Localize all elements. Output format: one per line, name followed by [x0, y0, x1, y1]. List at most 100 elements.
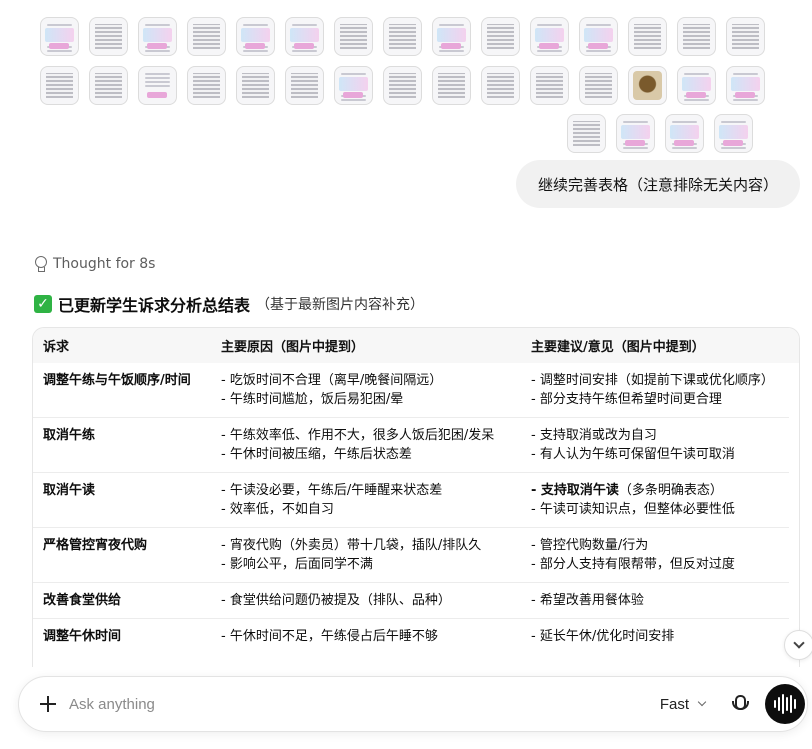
attachment-thumbnail[interactable]: [138, 66, 177, 105]
reasons-cell: - 午读没必要，午练后/午睡醒来状态差 - 效率低，不如自习: [211, 481, 521, 519]
reason-line: - 午休时间不足，午练侵占后午睡不够: [221, 629, 438, 644]
reason-line: - 午读没必要，午练后/午睡醒来状态差: [221, 483, 443, 498]
reason-line: - 午练时间尴尬，饭后易犯困/晕: [221, 392, 404, 407]
attachment-thumbnail[interactable]: [40, 66, 79, 105]
suggestions-cell: - 调整时间安排（如提前下课或优化顺序） - 部分支持午练但希望时间更合理: [521, 371, 789, 409]
attachment-thumbnail[interactable]: [236, 66, 275, 105]
column-header-suggestions: 主要建议/意见（图片中提到）: [531, 340, 705, 355]
table-header-row: 诉求 主要原因（图片中提到） 主要建议/意见（图片中提到）: [33, 328, 799, 363]
attachment-thumbnail[interactable]: [726, 17, 765, 56]
waveform-bar: [778, 697, 780, 711]
attachment-thumbnail[interactable]: [714, 114, 753, 153]
table-row: 改善食堂供给 - 食堂供给问题仍被提及（排队、品种） - 希望改善用餐体验: [33, 583, 789, 619]
thumbnail-row: [40, 17, 765, 56]
message-composer: Ask anything Fast: [18, 676, 808, 732]
heading-note: （基于最新图片内容补充）: [256, 297, 425, 313]
reasons-cell: - 宵夜代购（外卖员）带十几袋，插队/排队久 - 影响公平，后面同学不满: [211, 536, 521, 574]
reasons-cell: - 吃饭时间不合理（离早/晚餐间隔远） - 午练时间尴尬，饭后易犯困/晕: [211, 371, 521, 409]
waveform-bar: [782, 694, 784, 714]
attachment-thumbnail[interactable]: [383, 17, 422, 56]
attachment-thumbnail[interactable]: [236, 17, 275, 56]
voice-mode-button[interactable]: [765, 684, 805, 724]
waveform-bar: [786, 697, 788, 711]
suggestion-line: - 部分支持午练但希望时间更合理: [531, 392, 722, 407]
attachment-thumbnail[interactable]: [628, 17, 667, 56]
reason-line: - 食堂供给问题仍被提及（排队、品种）: [221, 593, 451, 608]
lightbulb-icon: [34, 256, 47, 272]
attachment-thumbnail[interactable]: [89, 17, 128, 56]
scroll-to-bottom-button[interactable]: [784, 630, 812, 660]
mode-label: Fast: [659, 695, 689, 713]
microphone-icon[interactable]: [727, 692, 751, 716]
suggestions-cell: - 管控代购数量/行为 - 部分人支持有限帮带，但反对过度: [521, 536, 789, 574]
table-row: 调整午练与午饭顺序/时间 - 吃饭时间不合理（离早/晚餐间隔远） - 午练时间尴尬，…: [33, 363, 789, 418]
demand-cell: 取消午练: [43, 428, 96, 443]
suggestion-note: （多条明确表态）: [618, 483, 723, 498]
suggestion-line: - 午读可读知识点，但整体必要性低: [531, 502, 735, 517]
suggestion-line: - 管控代购数量/行为: [531, 538, 649, 553]
thumbnail-row: [40, 66, 765, 105]
attachment-thumbnail[interactable]: [579, 17, 618, 56]
suggestions-cell: - 支持取消午读（多条明确表态） - 午读可读知识点，但整体必要性低: [521, 481, 789, 519]
thumbnail-row: [567, 114, 753, 153]
table-row: 取消午读 - 午读没必要，午练后/午睡醒来状态差 - 效率低，不如自习 - 支持取消午…: [33, 473, 789, 528]
attachment-thumbnail[interactable]: [677, 17, 716, 56]
attachment-thumbnail[interactable]: [481, 17, 520, 56]
chevron-down-icon: [697, 697, 707, 707]
attachment-thumbnail[interactable]: [567, 114, 606, 153]
attachment-thumbnail[interactable]: [628, 66, 667, 105]
suggestion-line: - 部分人支持有限帮带，但反对过度: [531, 557, 735, 572]
suggestion-line: - 希望改善用餐体验: [531, 593, 644, 608]
attachment-thumbnail[interactable]: [726, 66, 765, 105]
table-row: 调整午休时间 - 午休时间不足，午练侵占后午睡不够 - 延长午休/优化时间安排: [33, 619, 789, 654]
attachment-thumbnail[interactable]: [481, 66, 520, 105]
attachment-thumbnail[interactable]: [334, 17, 373, 56]
suggestions-cell: - 希望改善用餐体验: [521, 591, 789, 610]
waveform-bar: [774, 700, 776, 708]
reasons-cell: - 午练效率低、作用不大，很多人饭后犯困/发呆 - 午休时间被压缩，午练后状态差: [211, 426, 521, 464]
waveform-bar: [794, 699, 796, 709]
attachment-thumbnail[interactable]: [383, 66, 422, 105]
attachment-thumbnail[interactable]: [334, 66, 373, 105]
attachment-thumbnail[interactable]: [432, 66, 471, 105]
reasons-cell: - 午休时间不足，午练侵占后午睡不够: [211, 627, 521, 646]
table-row: 取消午练 - 午练效率低、作用不大，很多人饭后犯困/发呆 - 午休时间被压缩，午练后…: [33, 418, 789, 473]
thought-label: Thought for 8s: [53, 256, 156, 272]
reason-line: - 效率低，不如自习: [221, 502, 334, 517]
demand-analysis-table: 诉求 主要原因（图片中提到） 主要建议/意见（图片中提到） 调整午练与午饭顺序/…: [32, 327, 800, 667]
column-header-reasons: 主要原因（图片中提到）: [221, 340, 365, 355]
attachment-thumbnail[interactable]: [665, 114, 704, 153]
attachment-thumbnail[interactable]: [89, 66, 128, 105]
attachment-thumbnail[interactable]: [677, 66, 716, 105]
suggestion-line: - 有人认为午练可保留但午读可取消: [531, 447, 735, 462]
reasons-cell: - 食堂供给问题仍被提及（排队、品种）: [211, 591, 521, 610]
suggestion-line: - 调整时间安排（如提前下课或优化顺序）: [531, 373, 774, 388]
heading-title: 已更新学生诉求分析总结表: [58, 296, 251, 315]
model-mode-selector[interactable]: Fast: [659, 695, 707, 713]
demand-cell: 严格管控宵夜代购: [43, 538, 148, 553]
attachment-thumbnail[interactable]: [187, 17, 226, 56]
reason-line: - 吃饭时间不合理（离早/晚餐间隔远）: [221, 373, 443, 388]
attachment-thumbnail[interactable]: [187, 66, 226, 105]
attachment-thumbnail[interactable]: [138, 17, 177, 56]
demand-cell: 取消午读: [43, 483, 96, 498]
thought-toggle[interactable]: Thought for 8s: [34, 256, 155, 272]
demand-cell: 调整午练与午饭顺序/时间: [43, 373, 191, 388]
attachment-thumbnail[interactable]: [616, 114, 655, 153]
suggestion-line: - 延长午休/优化时间安排: [531, 629, 675, 644]
attachment-thumbnail[interactable]: [432, 17, 471, 56]
prompt-input[interactable]: Ask anything: [69, 696, 660, 713]
attachment-thumbnail[interactable]: [530, 66, 569, 105]
attachment-thumbnail[interactable]: [579, 66, 618, 105]
column-header-demand: 诉求: [43, 340, 70, 355]
attachment-thumbnail[interactable]: [285, 17, 324, 56]
reason-line: - 宵夜代购（外卖员）带十几袋，插队/排队久: [221, 538, 482, 553]
add-attachment-icon[interactable]: [38, 694, 58, 714]
attachment-thumbnail[interactable]: [530, 17, 569, 56]
response-heading: ✓ 已更新学生诉求分析总结表 （基于最新图片内容补充）: [34, 292, 424, 316]
suggestion-line: - 支持取消午读（多条明确表态）: [531, 481, 779, 500]
suggestions-cell: - 延长午休/优化时间安排: [521, 627, 789, 646]
attachment-thumbnail[interactable]: [285, 66, 324, 105]
table-body: 调整午练与午饭顺序/时间 - 吃饭时间不合理（离早/晚餐间隔远） - 午练时间尴尬，…: [33, 363, 799, 654]
attachment-thumbnail[interactable]: [40, 17, 79, 56]
